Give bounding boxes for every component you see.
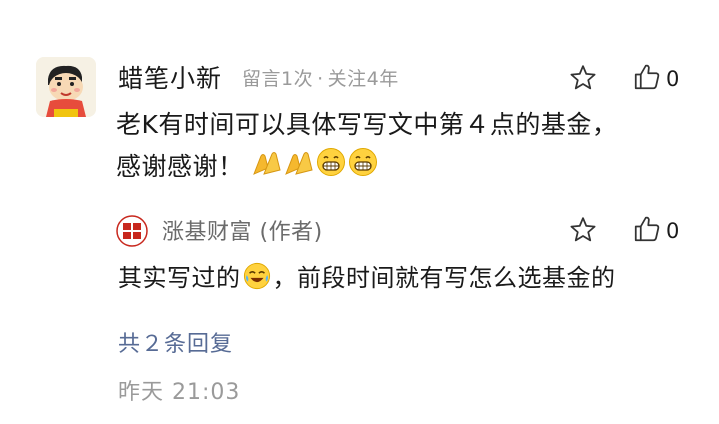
reply-text-before: 其实写过的 <box>118 264 241 292</box>
clap-icon <box>284 147 314 190</box>
star-icon[interactable] <box>568 215 598 245</box>
avatar[interactable] <box>36 57 96 117</box>
reply-author[interactable]: 涨基财富 (作者) <box>162 214 323 246</box>
like-count: 0 <box>666 67 680 91</box>
reply-avatar[interactable] <box>116 215 148 247</box>
thumbs-up-icon <box>632 214 662 248</box>
follow-duration-label: 关注4年 <box>327 68 399 90</box>
timestamp: 昨天 21:03 <box>118 380 241 405</box>
comment-body: 老K有时间可以具体写写文中第４点的基金， 感谢感谢！ <box>116 104 686 190</box>
meta-separator: · <box>317 68 324 90</box>
comment-text-line2-row: 感谢感谢！ <box>116 146 686 190</box>
clap-icon <box>252 147 282 190</box>
username[interactable]: 蜡笔小新 <box>118 59 222 95</box>
thumbs-up-icon <box>632 62 662 96</box>
reply-text-after: ，前段时间就有写怎么选基金的 <box>272 264 616 292</box>
reply-like-count: 0 <box>666 219 680 243</box>
reply-body: 其实写过的 ，前段时间就有写怎么选基金的 <box>118 258 616 296</box>
laugh-cry-icon <box>243 262 271 296</box>
more-replies-link[interactable]: 共２条回复 <box>118 326 233 358</box>
emoji-strip <box>252 147 378 190</box>
like-button[interactable]: 0 <box>632 62 679 96</box>
comment-text-line1: 老K有时间可以具体写写文中第４点的基金， <box>116 110 618 139</box>
grin-icon <box>316 147 346 190</box>
star-icon[interactable] <box>568 63 598 93</box>
comment-count-label: 留言1次 <box>242 68 314 90</box>
comment-text-line2: 感谢感谢！ <box>116 152 244 181</box>
comment-meta: 留言1次 · 关注4年 <box>242 64 399 91</box>
grin-icon <box>348 147 378 190</box>
reply-like-button[interactable]: 0 <box>632 214 679 248</box>
